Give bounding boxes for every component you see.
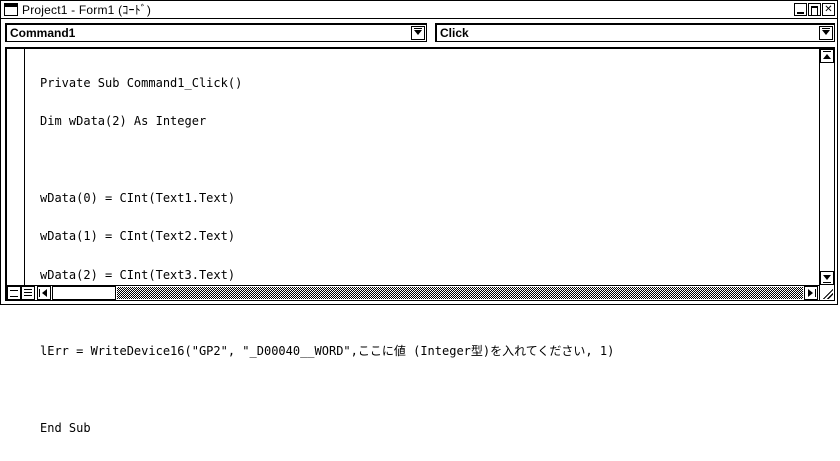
object-selector-value: Command1	[10, 26, 76, 40]
code-line[interactable]: wData(2) = CInt(Text3.Text)	[40, 268, 814, 282]
scroll-up-icon[interactable]	[820, 49, 834, 63]
scroll-thumb[interactable]	[52, 286, 116, 300]
code-line[interactable]: End Sub	[40, 422, 814, 435]
procedure-view-icon[interactable]	[7, 286, 21, 300]
form-icon[interactable]	[4, 3, 18, 16]
window-controls: ✕	[794, 3, 835, 16]
size-grip[interactable]	[819, 285, 834, 300]
code-line[interactable]: wData(0) = CInt(Text1.Text)	[40, 191, 814, 205]
code-editor[interactable]: Private Sub Command1_Click() Dim wData(2…	[5, 47, 835, 434]
code-line[interactable]: lErr = WriteDevice16("GP2", "_D00040__WO…	[40, 345, 814, 358]
code-line[interactable]: wData(1) = CInt(Text2.Text)	[40, 230, 814, 243]
vertical-scrollbar[interactable]	[819, 49, 834, 285]
code-text[interactable]: Private Sub Command1_Click() Dim wData(2…	[40, 51, 814, 461]
scroll-left-icon[interactable]	[37, 286, 51, 300]
scroll-right-icon[interactable]	[804, 286, 818, 300]
procedure-selector-value: Click	[440, 26, 469, 40]
code-window: Project1 - Form1 (ｺｰﾄﾞ) ✕ Command1 Click…	[0, 0, 838, 434]
horizontal-scrollbar[interactable]	[7, 285, 834, 300]
code-line[interactable]: Private Sub Command1_Click()	[40, 76, 814, 90]
maximize-icon[interactable]	[808, 3, 821, 16]
minimize-icon[interactable]	[794, 3, 807, 16]
procedure-selector[interactable]: Click	[435, 23, 835, 42]
code-line[interactable]	[40, 384, 814, 397]
object-selector[interactable]: Command1	[5, 23, 427, 42]
scroll-track[interactable]	[117, 287, 803, 299]
full-module-view-icon[interactable]	[21, 286, 35, 300]
code-line[interactable]	[40, 153, 814, 166]
scroll-down-icon[interactable]	[820, 271, 834, 285]
dropdown-arrow-icon[interactable]	[819, 26, 833, 40]
code-line[interactable]: Dim wData(2) As Integer	[40, 115, 814, 128]
dropdown-arrow-icon[interactable]	[411, 26, 425, 40]
window-title: Project1 - Form1 (ｺｰﾄﾞ)	[22, 3, 152, 17]
title-bar[interactable]: Project1 - Form1 (ｺｰﾄﾞ) ✕	[1, 1, 837, 19]
close-icon[interactable]: ✕	[822, 3, 835, 16]
code-line[interactable]	[40, 307, 814, 320]
margin-indicator-bar[interactable]	[7, 49, 25, 285]
